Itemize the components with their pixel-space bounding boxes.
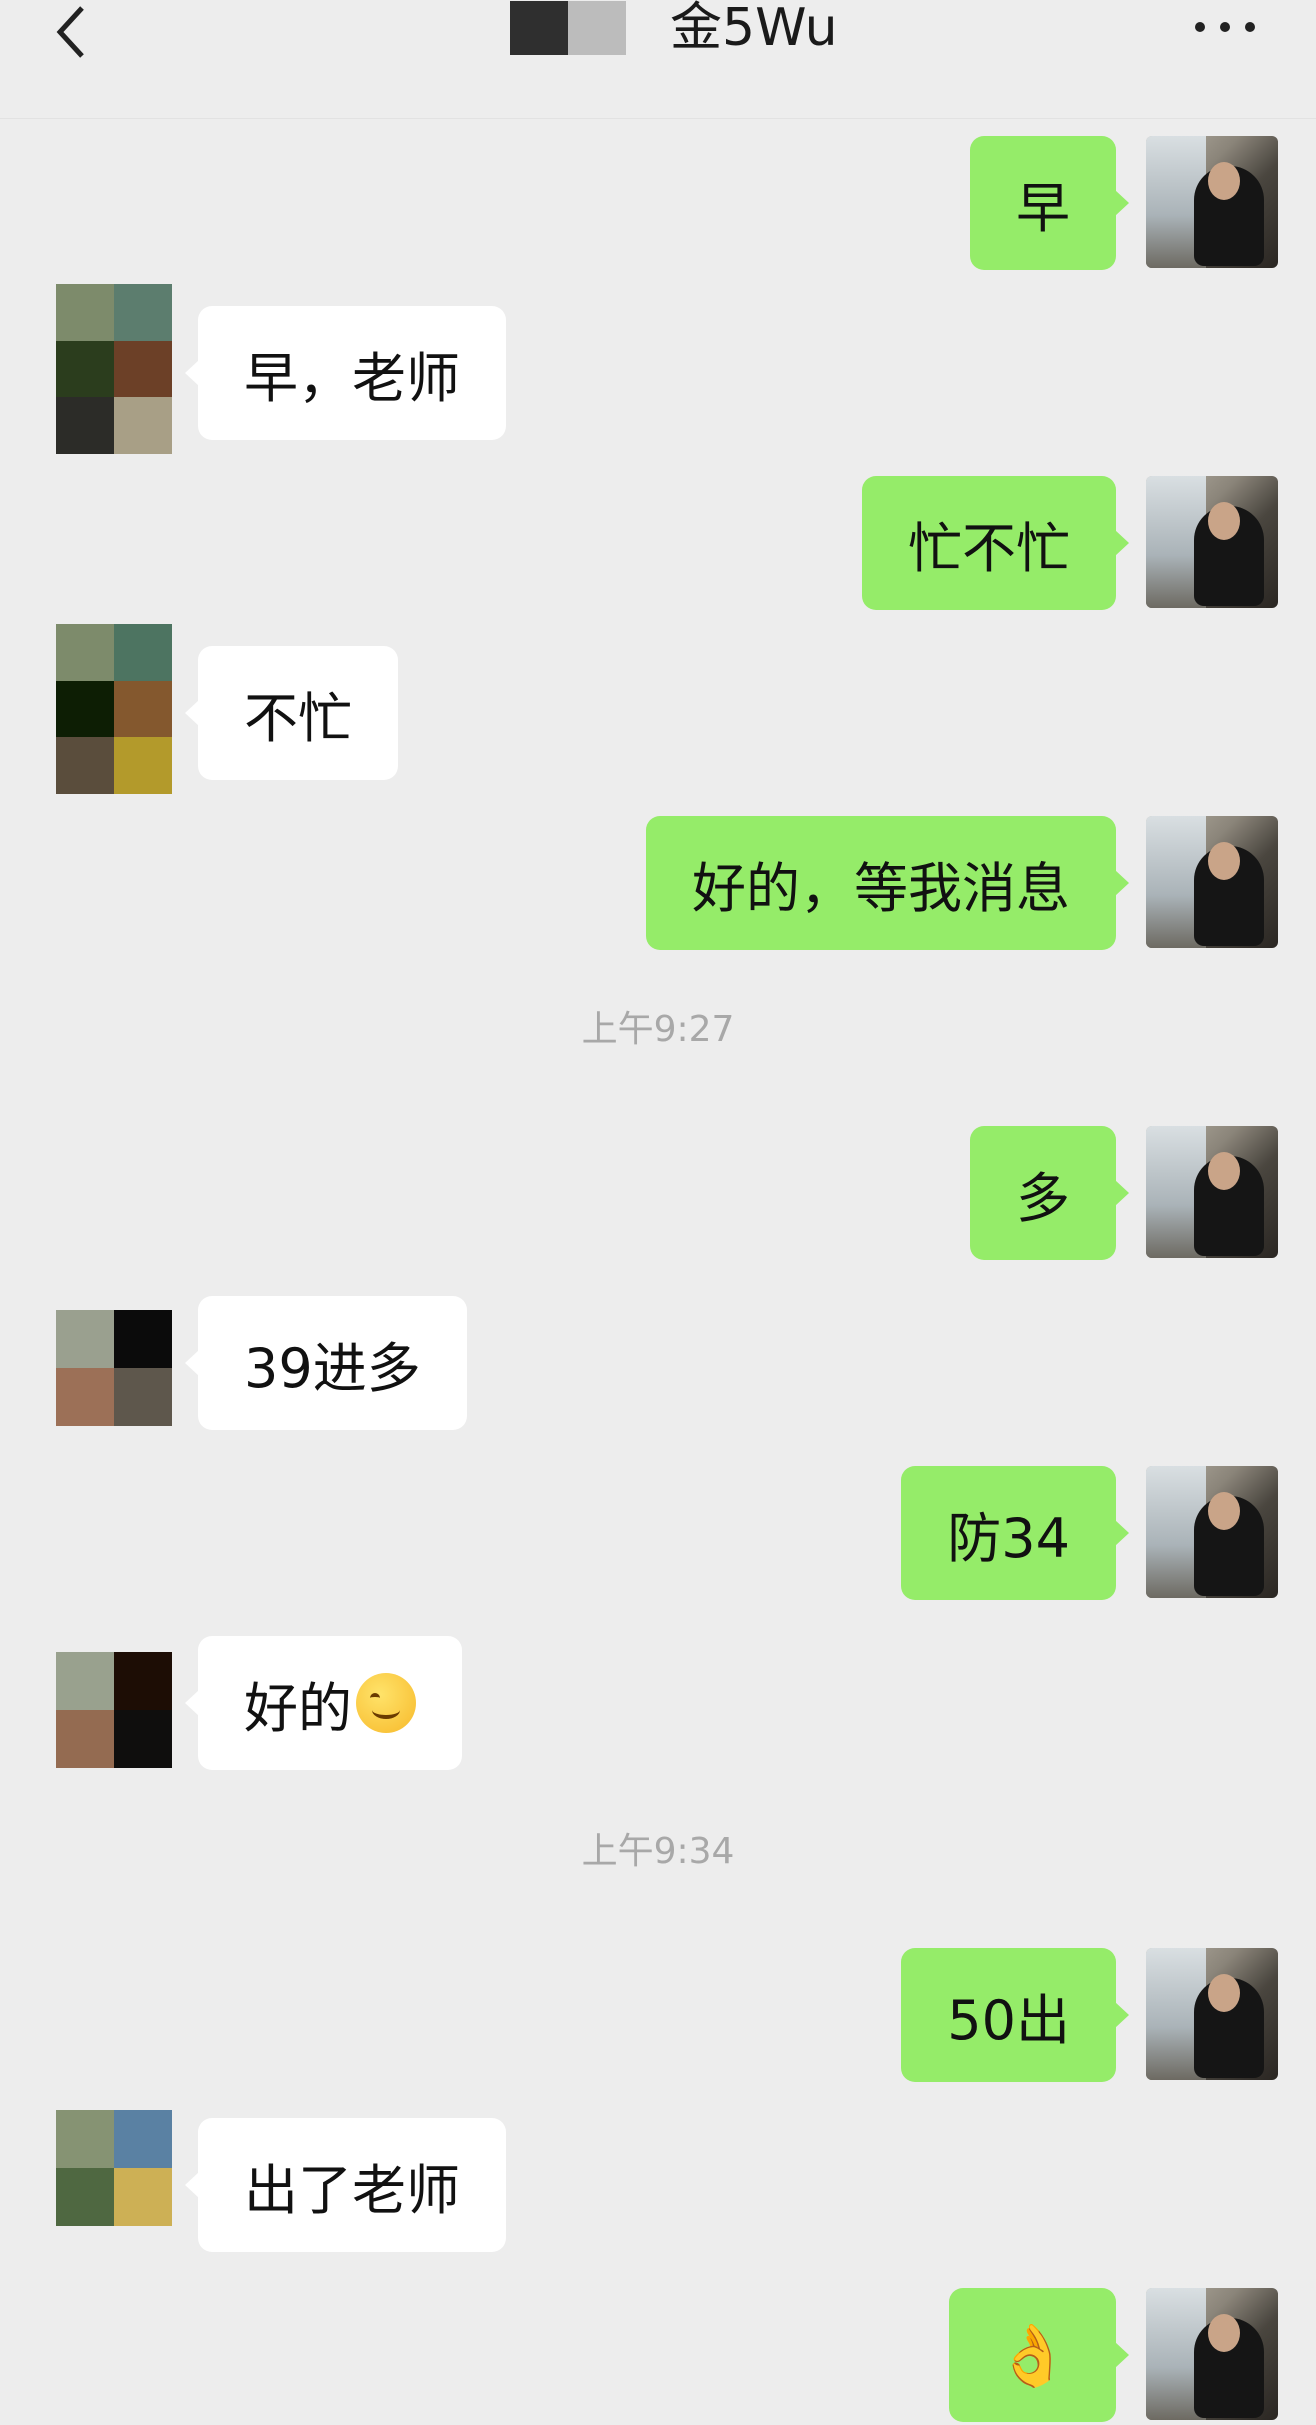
my-avatar[interactable] (1146, 1126, 1278, 1258)
message-text: 防34 (947, 1506, 1070, 1570)
message-bubble-received[interactable]: 好的 (185, 1636, 462, 1770)
ok-hand-emoji: 👌 (995, 2320, 1070, 2391)
my-avatar[interactable] (1146, 476, 1278, 608)
contact-avatar[interactable] (56, 284, 172, 454)
message-bubble-received[interactable]: 出了老师 (185, 2118, 506, 2252)
contact-avatar[interactable] (56, 2110, 172, 2226)
message-text: 好的，等我消息 (692, 856, 1070, 920)
chevron-left-icon[interactable] (52, 4, 92, 60)
message-bubble-sent[interactable]: 👌 (949, 2288, 1129, 2422)
more-dots-icon[interactable] (1190, 12, 1260, 42)
my-avatar[interactable] (1146, 1948, 1278, 2080)
redacted-name-block (510, 1, 568, 55)
message-text: 出了老师 (244, 2158, 460, 2222)
chat-title-text: 金5Wu (670, 0, 838, 58)
chat-header: 金5Wu (0, 0, 1316, 119)
message-bubble-sent[interactable]: 忙不忙 (862, 476, 1129, 610)
redacted-name-block (568, 1, 626, 55)
smiling-face-emoji (356, 1673, 416, 1733)
message-text: 多 (1016, 1166, 1070, 1230)
message-bubble-received[interactable]: 39进多 (185, 1296, 467, 1430)
message-bubble-sent[interactable]: 好的，等我消息 (646, 816, 1129, 950)
message-text: 忙不忙 (908, 516, 1070, 580)
timestamp: 上午9:34 (581, 1831, 735, 1872)
message-text: 39进多 (244, 1336, 421, 1400)
message-text: 早 (1016, 176, 1070, 240)
message-bubble-sent[interactable]: 早 (970, 136, 1129, 270)
message-bubble-sent[interactable]: 50出 (901, 1948, 1129, 2082)
contact-avatar[interactable] (56, 1652, 172, 1768)
my-avatar[interactable] (1146, 1466, 1278, 1598)
chat-title: 金5Wu (510, 0, 838, 56)
message-bubble-received[interactable]: 不忙 (185, 646, 398, 780)
my-avatar[interactable] (1146, 816, 1278, 948)
contact-avatar[interactable] (56, 624, 172, 794)
contact-avatar[interactable] (56, 1310, 172, 1426)
message-text: 好的 (244, 1676, 352, 1740)
my-avatar[interactable] (1146, 2288, 1278, 2420)
timestamp: 上午9:27 (581, 1009, 735, 1050)
message-bubble-sent[interactable]: 防34 (901, 1466, 1129, 1600)
message-text: 50出 (947, 1988, 1070, 2052)
message-text: 不忙 (244, 686, 352, 750)
my-avatar[interactable] (1146, 136, 1278, 268)
message-bubble-received[interactable]: 早，老师 (185, 306, 506, 440)
message-bubble-sent[interactable]: 多 (970, 1126, 1129, 1260)
message-text: 早，老师 (244, 346, 460, 410)
